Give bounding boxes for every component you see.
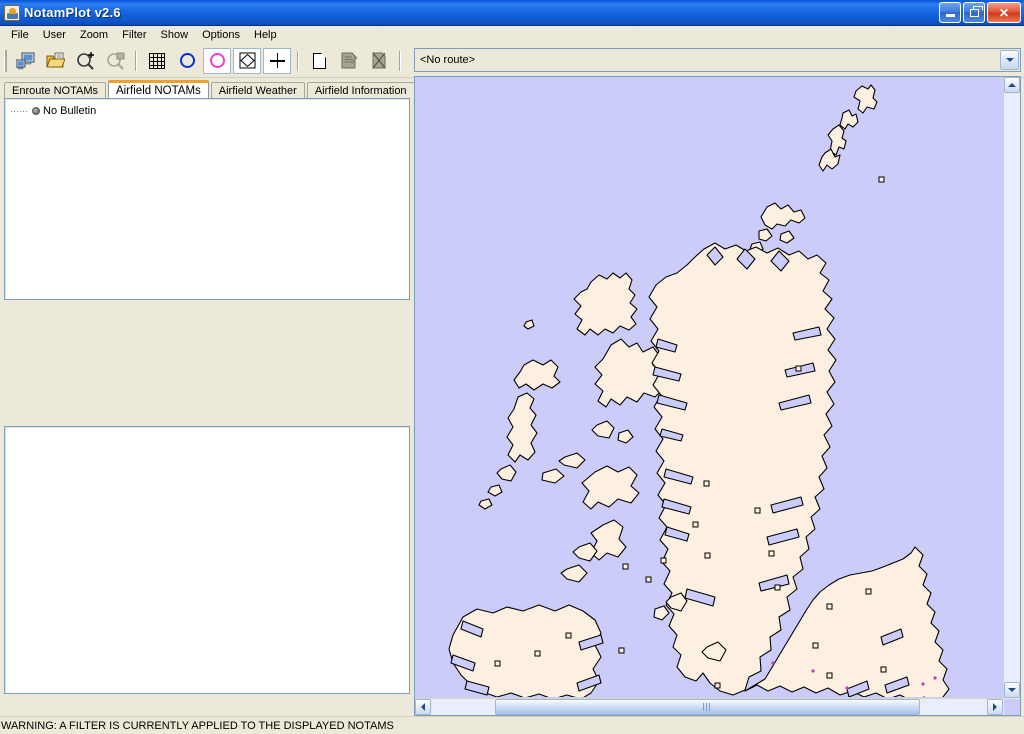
vertical-scroll-track[interactable] bbox=[1004, 94, 1020, 682]
new-document-button[interactable] bbox=[305, 48, 333, 74]
menu-item-filter[interactable]: Filter bbox=[115, 28, 153, 42]
delete-document-icon bbox=[372, 52, 386, 69]
show-grid-button[interactable] bbox=[143, 48, 171, 74]
window-title: NotamPlot v2.6 bbox=[24, 5, 121, 20]
enroute-circle-button[interactable] bbox=[173, 48, 201, 74]
menu-item-show[interactable]: Show bbox=[154, 28, 196, 42]
java-coffee-cup-icon bbox=[4, 4, 20, 21]
scroll-up-button[interactable] bbox=[1004, 77, 1020, 93]
menu-bar: File User Zoom Filter Show Options Help bbox=[0, 26, 1024, 44]
plus-icon bbox=[269, 53, 285, 68]
open-folder-button[interactable] bbox=[41, 48, 69, 74]
scroll-thumb-grip bbox=[703, 703, 712, 711]
tree-item-no-bulletin[interactable]: No Bulletin bbox=[11, 105, 96, 117]
route-value: <No route> bbox=[420, 54, 476, 66]
menu-item-user[interactable]: User bbox=[36, 28, 73, 42]
chevron-down-icon bbox=[1008, 688, 1016, 692]
menu-item-help[interactable]: Help bbox=[247, 28, 284, 42]
add-point-button[interactable] bbox=[263, 47, 291, 74]
chevron-left-icon bbox=[421, 703, 425, 711]
status-bar: WARNING: A FILTER IS CURRENTLY APPLIED T… bbox=[0, 716, 1024, 734]
map-chart bbox=[415, 77, 1004, 697]
tree-item-label: No Bulletin bbox=[43, 105, 97, 117]
menu-item-file[interactable]: File bbox=[4, 28, 36, 42]
horizontal-scroll-track[interactable] bbox=[432, 699, 987, 715]
chevron-down-icon bbox=[1005, 58, 1014, 62]
diamond-in-square-icon bbox=[239, 52, 255, 69]
blue-circle-icon bbox=[179, 53, 195, 68]
title-bar: NotamPlot v2.6 ✕ bbox=[0, 0, 1024, 26]
new-page-icon bbox=[312, 52, 326, 69]
tree-connector-line bbox=[11, 110, 29, 112]
connect-server-button[interactable] bbox=[11, 48, 39, 74]
notam-detail-panel[interactable] bbox=[4, 426, 410, 694]
grid-icon bbox=[149, 52, 165, 69]
gray-bullet-icon bbox=[32, 107, 40, 115]
scroll-left-button[interactable] bbox=[415, 699, 431, 715]
route-selector[interactable]: <No route> bbox=[414, 48, 1021, 72]
route-dropdown-button[interactable] bbox=[1000, 50, 1019, 70]
tab-airfield-notams[interactable]: Airfield NOTAMs bbox=[108, 80, 209, 99]
left-pane: Enroute NOTAMs Airfield NOTAMs Airfield … bbox=[0, 78, 415, 714]
pane-splitter[interactable] bbox=[0, 420, 414, 425]
tab-bar: Enroute NOTAMs Airfield NOTAMs Airfield … bbox=[4, 80, 415, 99]
tab-enroute-notams[interactable]: Enroute NOTAMs bbox=[4, 82, 106, 99]
edit-document-button[interactable] bbox=[335, 48, 363, 74]
map-vertical-scrollbar[interactable] bbox=[1003, 77, 1020, 699]
toolbar-separator bbox=[135, 50, 137, 71]
status-message: WARNING: A FILTER IS CURRENTLY APPLIED T… bbox=[1, 719, 394, 732]
toolbar-separator-3 bbox=[399, 50, 401, 71]
horizontal-scroll-thumb[interactable] bbox=[495, 699, 920, 715]
minimize-button[interactable] bbox=[939, 2, 961, 23]
tab-airfield-weather[interactable]: Airfield Weather bbox=[210, 82, 305, 99]
window-controls: ✕ bbox=[939, 2, 1021, 23]
application-window: NotamPlot v2.6 ✕ File User Zoom Filter S… bbox=[0, 0, 1024, 734]
area-select-button[interactable] bbox=[233, 47, 261, 74]
delete-document-button[interactable] bbox=[365, 48, 393, 74]
chevron-up-icon bbox=[1008, 83, 1016, 87]
zoom-out-button[interactable] bbox=[101, 48, 129, 74]
notam-tree-panel[interactable]: No Bulletin bbox=[4, 98, 410, 300]
scroll-down-button[interactable] bbox=[1004, 682, 1020, 698]
menu-item-options[interactable]: Options bbox=[195, 28, 247, 42]
toolbar-separator-2 bbox=[297, 50, 299, 71]
menu-item-zoom[interactable]: Zoom bbox=[73, 28, 115, 42]
scroll-right-button[interactable] bbox=[987, 699, 1003, 715]
airfield-circle-button[interactable] bbox=[203, 47, 231, 74]
tab-airfield-information[interactable]: Airfield Information bbox=[306, 82, 415, 99]
map-view[interactable] bbox=[414, 76, 1021, 716]
restore-button[interactable] bbox=[963, 2, 985, 23]
map-horizontal-scrollbar[interactable] bbox=[415, 698, 1004, 715]
chevron-right-icon bbox=[993, 703, 997, 711]
toolbar-grip[interactable] bbox=[4, 49, 7, 72]
map-canvas[interactable] bbox=[415, 77, 1004, 697]
edit-document-icon bbox=[341, 52, 357, 69]
magenta-circle-icon bbox=[209, 53, 225, 68]
zoom-in-button[interactable] bbox=[71, 48, 99, 74]
close-button[interactable]: ✕ bbox=[987, 2, 1021, 23]
